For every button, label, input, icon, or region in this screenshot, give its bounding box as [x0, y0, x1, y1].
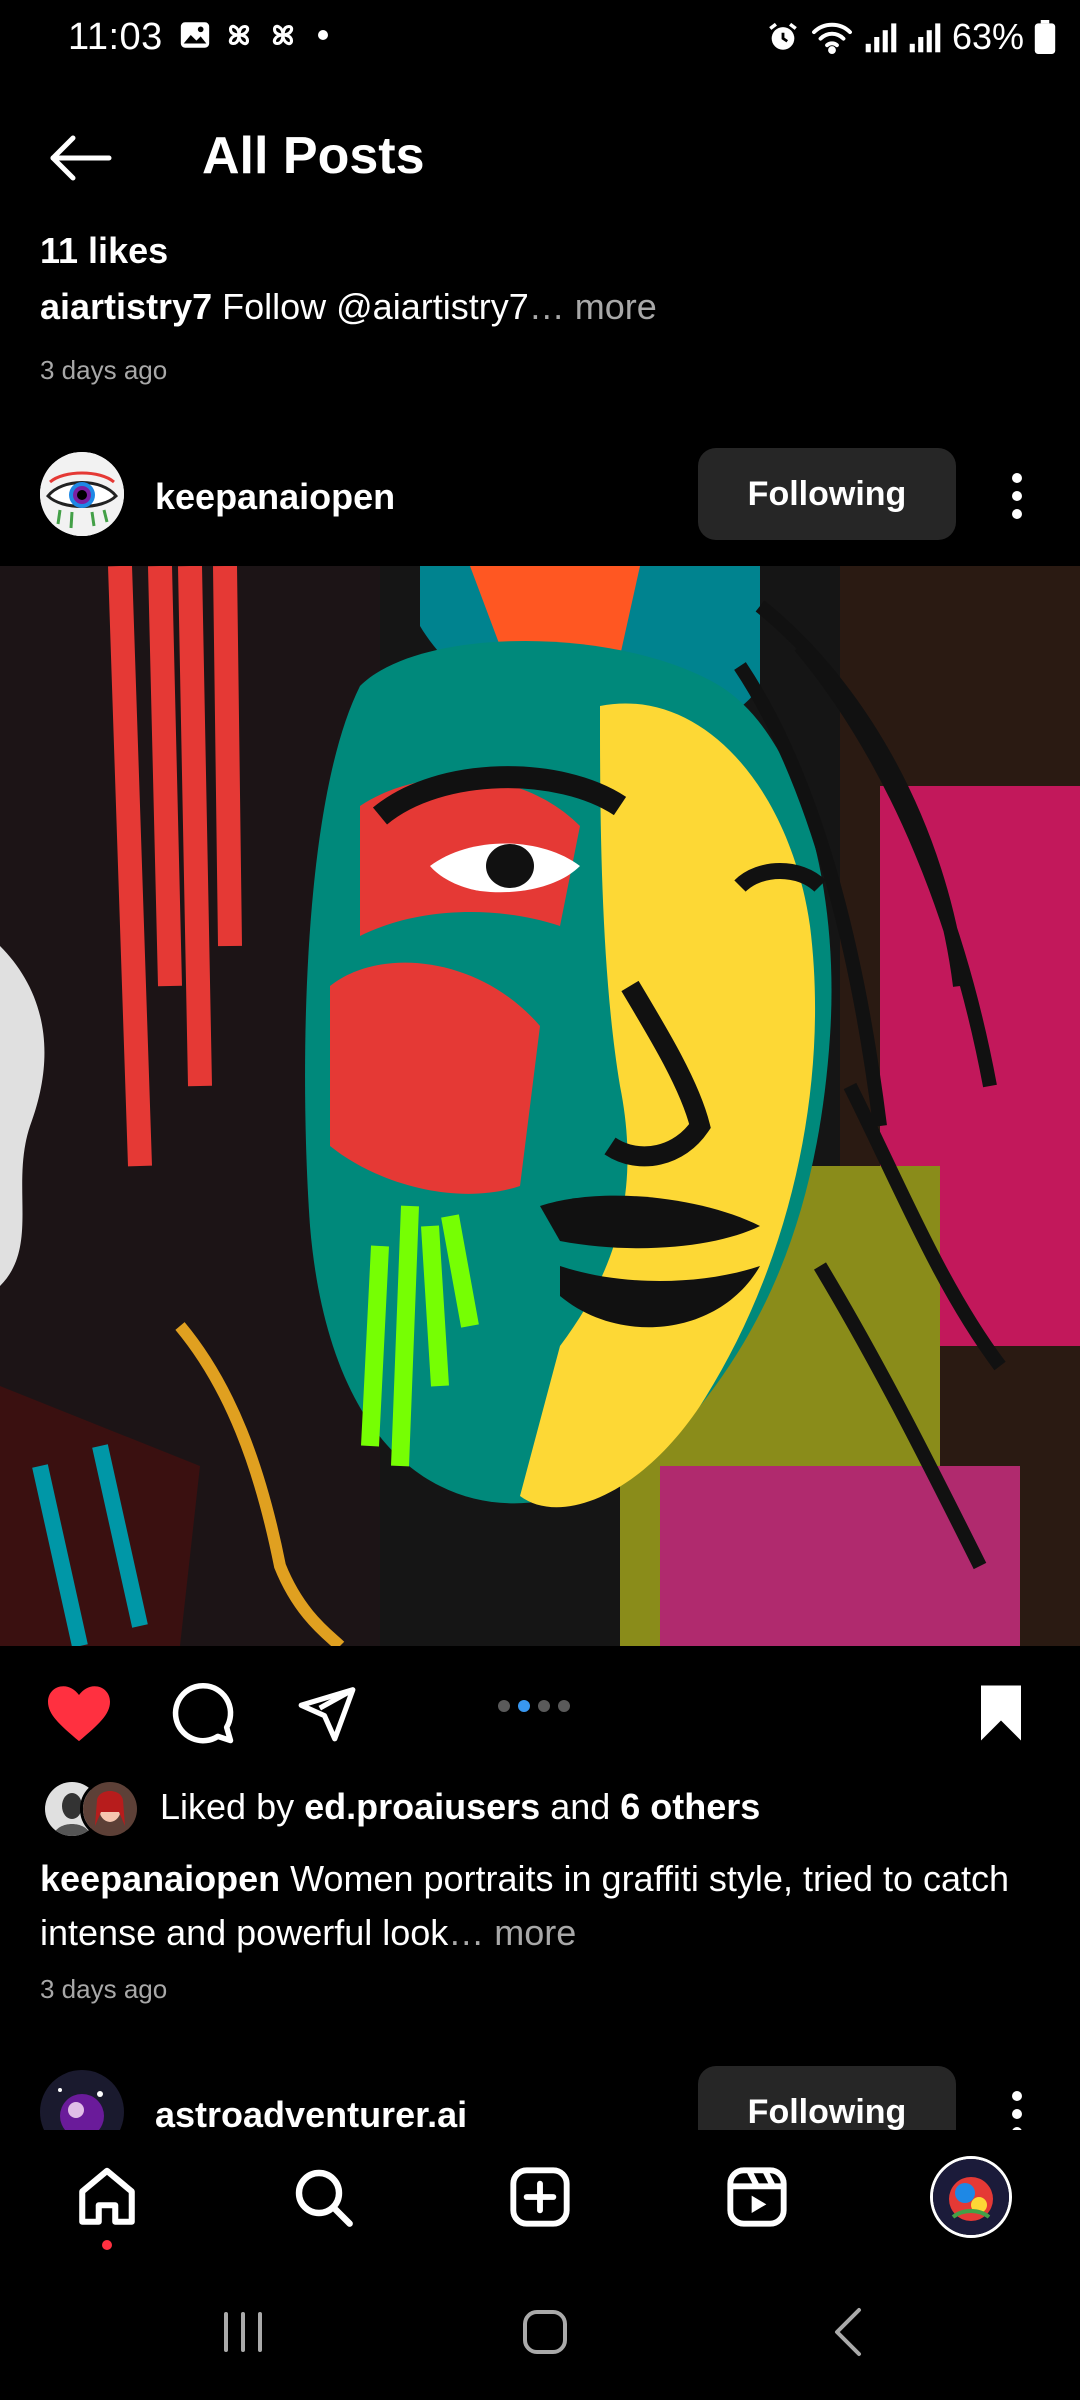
following-button[interactable]: Following [698, 2066, 956, 2130]
post-options-button[interactable] [996, 466, 1038, 526]
likes-count[interactable]: 11 likes [40, 230, 168, 272]
profile-avatar [933, 2159, 1009, 2235]
post-image[interactable] [0, 566, 1080, 1646]
recent-apps-button[interactable] [208, 2302, 278, 2362]
following-button[interactable]: Following [698, 448, 956, 540]
next-post-username[interactable]: astroadventurer.ai [155, 2094, 467, 2130]
bottom-navigation [0, 2132, 1080, 2262]
liked-by-others-link[interactable]: 6 others [620, 1786, 760, 1827]
caption-text: Follow @aiartistry7 [212, 286, 529, 327]
carousel-dot [498, 1700, 510, 1712]
avatar[interactable] [40, 452, 124, 536]
liked-by-text: Liked by ed.proaiusers and 6 others [160, 1786, 760, 1828]
liked-by-user-link[interactable]: ed.proaiusers [304, 1786, 540, 1827]
more-vertical-icon [1012, 2091, 1022, 2130]
gallery-icon [180, 22, 210, 48]
eye-artwork-avatar [40, 452, 124, 536]
caption-ellipsis: … [528, 286, 575, 327]
status-system-icons: 63% [766, 16, 1056, 58]
liked-by-avatars[interactable] [42, 1779, 140, 1839]
nav-home[interactable] [72, 2162, 142, 2232]
caption-username[interactable]: keepanaiopen [40, 1858, 280, 1899]
like-button[interactable] [42, 1676, 116, 1750]
carousel-dot [538, 1700, 550, 1712]
signal-icon [865, 23, 897, 53]
graffiti-portrait-artwork [0, 566, 1080, 1646]
signal-icon [909, 23, 941, 53]
more-notifications-dot [318, 30, 328, 40]
next-post-header: astroadventurer.ai Following [0, 2060, 1080, 2130]
share-button[interactable] [290, 1676, 364, 1750]
alarm-icon [769, 22, 797, 50]
avatar[interactable] [40, 2070, 124, 2130]
nav-profile[interactable] [930, 2156, 1012, 2238]
chevron-left-icon [835, 2308, 861, 2356]
status-bar: 11:03 63% [0, 0, 1080, 80]
liked-by-prefix: Liked by [160, 1786, 305, 1827]
post-username[interactable]: keepanaiopen [155, 476, 395, 518]
home-square-icon [523, 2310, 567, 2354]
arrow-left-icon [50, 135, 112, 181]
caption-username[interactable]: aiartistry7 [40, 286, 212, 327]
more-vertical-icon [1012, 473, 1022, 519]
post-timestamp: 3 days ago [40, 355, 168, 385]
battery-icon [1034, 20, 1056, 54]
nav-search[interactable] [288, 2162, 358, 2232]
liked-by-connector: and [540, 1786, 621, 1827]
system-navigation-bar [0, 2262, 1080, 2400]
page-title: All Posts [202, 127, 425, 185]
status-notification-icons [178, 18, 328, 52]
wifi-icon [811, 22, 852, 55]
bookmark-icon [981, 1685, 1021, 1741]
post-options-button[interactable] [996, 2084, 1038, 2130]
battery-percent: 63% [951, 16, 1024, 57]
post-timestamp: 3 days ago [40, 1974, 168, 2004]
carousel-dot [558, 1700, 570, 1712]
nav-create[interactable] [505, 2162, 575, 2232]
comment-button[interactable] [166, 1676, 240, 1750]
status-time: 11:03 [68, 16, 163, 58]
save-button[interactable] [964, 1676, 1038, 1750]
search-icon [295, 2169, 353, 2227]
share-icon [298, 1687, 356, 1742]
pinwheel-icon [272, 24, 294, 46]
recent-apps-icon [224, 2312, 262, 2352]
previous-post-caption: aiartistry7 Follow @aiartistry7… more [40, 286, 657, 328]
back-system-button[interactable] [814, 2302, 884, 2362]
caption-more-link[interactable]: more [494, 1912, 576, 1953]
avatar [80, 1779, 140, 1839]
home-active-dot [102, 2240, 112, 2250]
carousel-indicator [498, 1700, 570, 1712]
heart-icon [48, 1686, 110, 1742]
nav-reels[interactable] [722, 2162, 792, 2232]
caption-ellipsis: … [448, 1912, 495, 1953]
home-icon [79, 2167, 135, 2225]
carousel-dot-active [518, 1700, 530, 1712]
caption-more-link[interactable]: more [575, 286, 657, 327]
pinwheel-icon [228, 24, 250, 46]
home-system-button[interactable] [510, 2302, 580, 2362]
create-icon [510, 2167, 570, 2227]
reels-icon [727, 2167, 787, 2227]
post-caption: keepanaiopen Women portraits in graffiti… [40, 1852, 1050, 1960]
back-button[interactable] [40, 128, 120, 188]
comment-icon [172, 1683, 234, 1744]
